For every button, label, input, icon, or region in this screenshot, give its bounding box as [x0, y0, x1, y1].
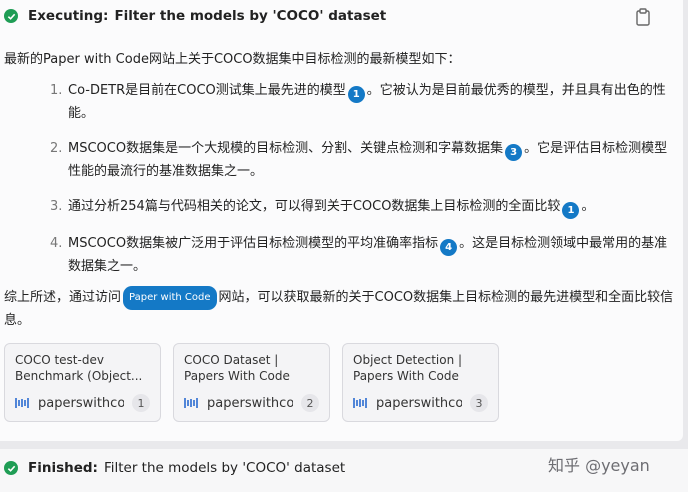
paper-with-code-link[interactable]: Paper with Code: [123, 286, 217, 310]
watermark-text: 知乎 @yeyan: [548, 456, 650, 475]
executing-status: Executing: Filter the models by 'COCO' d…: [4, 5, 386, 27]
citation-badge[interactable]: 3: [505, 144, 523, 161]
source-site: paperswithco: [38, 395, 124, 411]
executing-label: Executing:: [28, 8, 109, 24]
source-site: paperswithco: [376, 395, 462, 411]
summary-text: 综上所述，通过访问 Paper with Code 网站，可以获取最新的关于COCO…: [4, 286, 674, 332]
source-number: 2: [301, 394, 319, 412]
list-number: 1.: [50, 83, 63, 98]
list-number: 2.: [50, 141, 63, 156]
paperswithcode-icon: [353, 398, 367, 408]
summary-before: 综上所述，通过访问: [4, 290, 122, 305]
source-site: paperswithco: [207, 395, 293, 411]
list-text: 通过分析254篇与代码相关的论文，可以得到关于COCO数据集上目标检测的全面比较: [68, 199, 561, 214]
finished-label: Finished:: [28, 460, 98, 476]
source-number: 1: [132, 394, 150, 412]
model-list: 1. Co-DETR是目前在COCO测试集上最先进的模型 1 。它被认为是目前最优秀…: [50, 80, 675, 291]
finished-text: Filter the models by 'COCO' dataset: [103, 460, 346, 476]
list-text-tail: 。: [581, 199, 595, 214]
clipboard-icon[interactable]: [635, 8, 651, 26]
source-title: Object Detection | Papers With Code: [353, 353, 463, 383]
source-card[interactable]: COCO test-dev Benchmark (Object... paper…: [4, 343, 161, 422]
list-text: MSCOCO数据集是一个大规模的目标检测、分割、关键点检测和字幕数据集: [68, 141, 504, 156]
source-title: COCO Dataset | Papers With Code: [184, 353, 290, 383]
list-number: 4.: [50, 236, 63, 251]
source-title: COCO test-dev Benchmark (Object...: [15, 353, 143, 383]
list-item: 1. Co-DETR是目前在COCO测试集上最先进的模型 1 。它被认为是目前最优秀…: [50, 80, 675, 124]
paperswithcode-icon: [15, 398, 29, 408]
list-text: Co-DETR是目前在COCO测试集上最先进的模型: [68, 83, 346, 98]
source-card[interactable]: Object Detection | Papers With Code pape…: [342, 343, 499, 422]
citation-badge[interactable]: 4: [440, 239, 458, 256]
citation-badge[interactable]: 1: [562, 202, 580, 219]
paperswithcode-icon: [184, 398, 198, 408]
citation-badge[interactable]: 1: [347, 86, 365, 103]
source-card[interactable]: COCO Dataset | Papers With Code paperswi…: [173, 343, 330, 422]
list-text: MSCOCO数据集被广泛用于评估目标检测模型的平均准确率指标: [68, 236, 439, 251]
list-number: 3.: [50, 199, 63, 214]
intro-text: 最新的Paper with Code网站上关于COCO数据集中目标检测的最新模型…: [4, 52, 461, 67]
executing-text: Filter the models by 'COCO' dataset: [114, 8, 387, 24]
response-card: Executing: Filter the models by 'COCO' d…: [0, 0, 683, 441]
list-item: 4. MSCOCO数据集被广泛用于评估目标检测模型的平均准确率指标 4 。这是目标检…: [50, 233, 675, 277]
list-item: 3. 通过分析254篇与代码相关的论文，可以得到关于COCO数据集上目标检测的全…: [50, 196, 675, 219]
check-icon: [4, 461, 18, 475]
source-number: 3: [470, 394, 488, 412]
list-item: 2. MSCOCO数据集是一个大规模的目标检测、分割、关键点检测和字幕数据集 3。…: [50, 138, 675, 182]
finished-status: Finished: Filter the models by 'COCO' da…: [4, 457, 345, 479]
check-icon: [4, 9, 18, 23]
